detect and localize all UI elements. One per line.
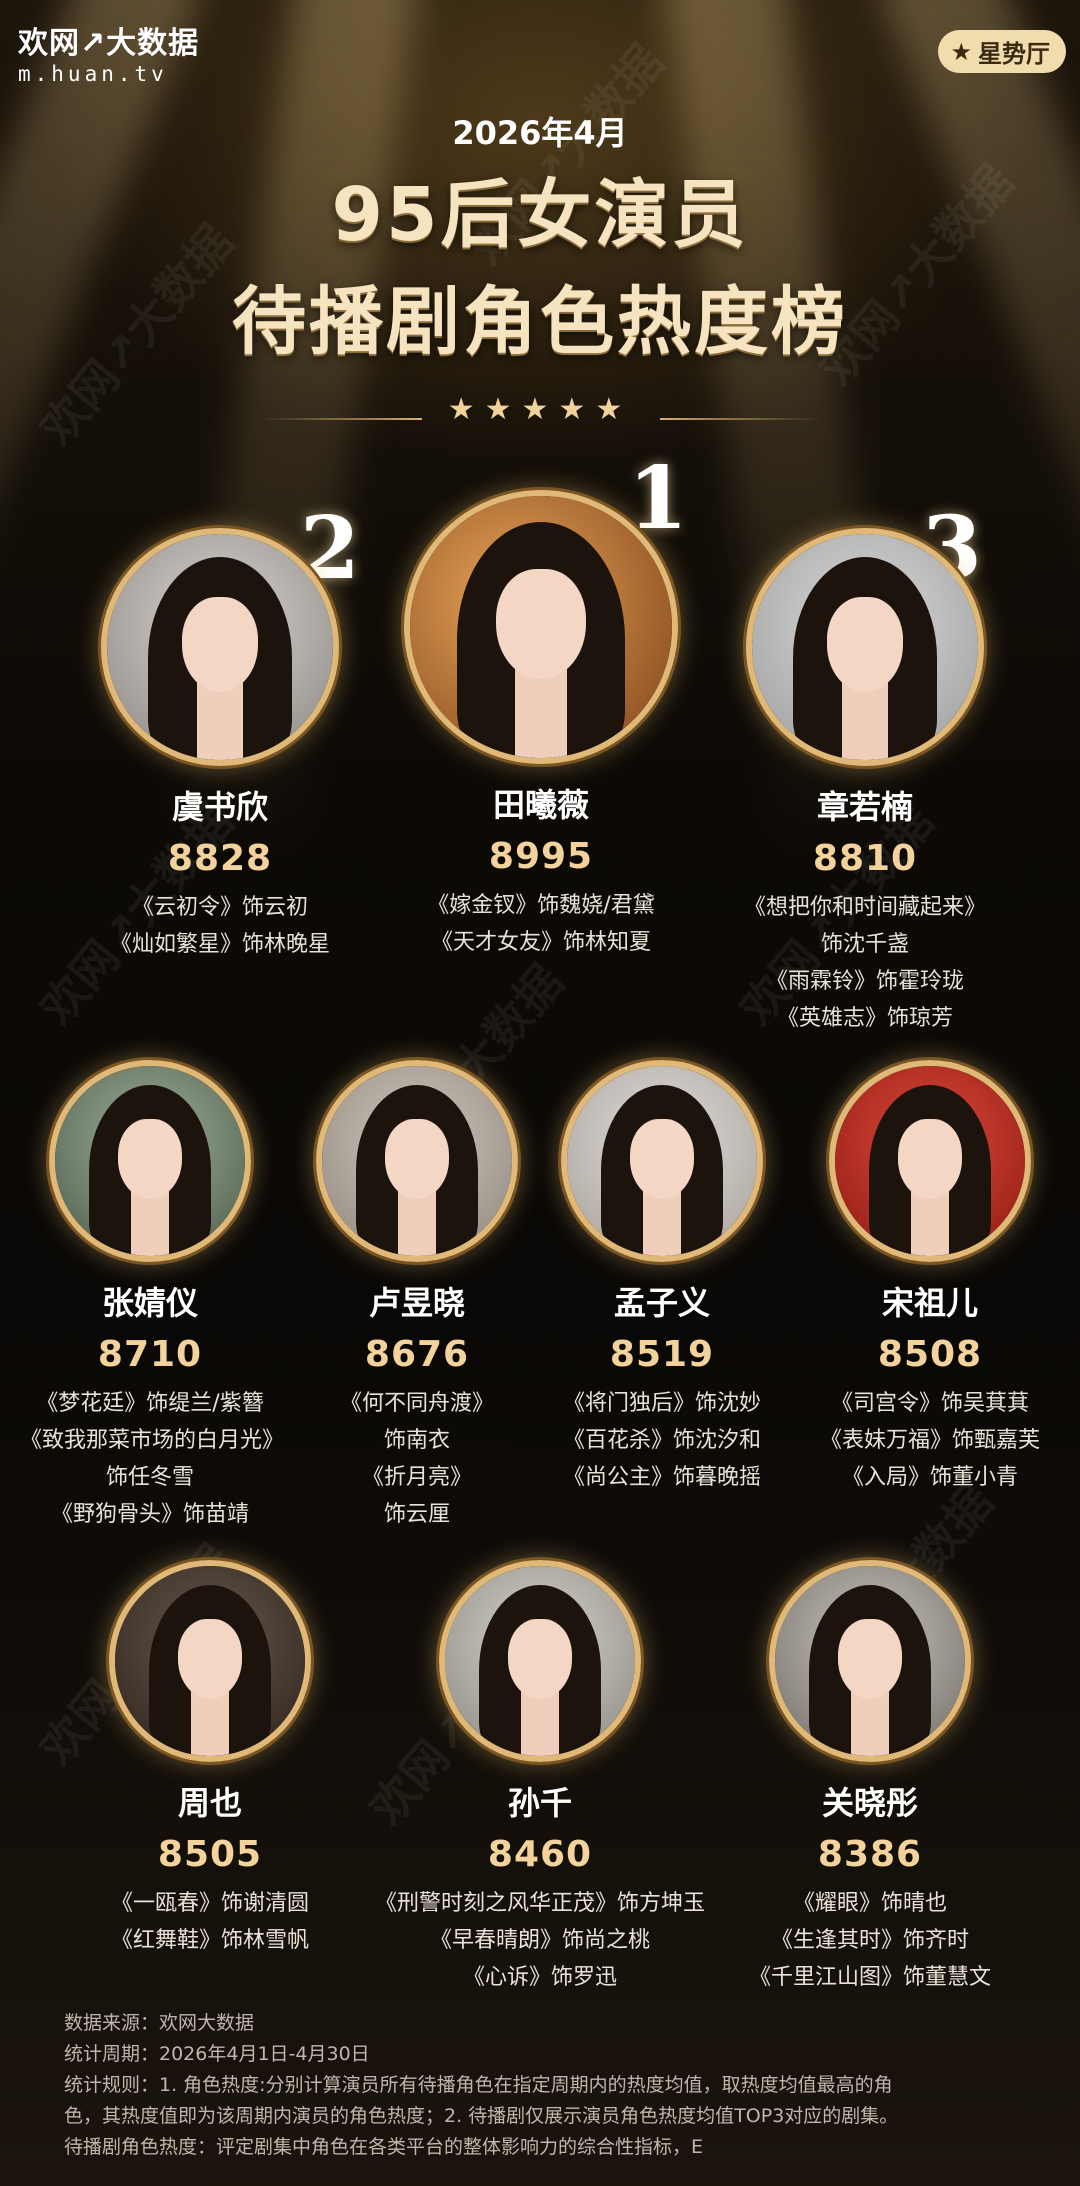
heat-score: 8519 xyxy=(609,1334,715,1375)
heat-score: 8810 xyxy=(812,838,918,879)
title-divider: ★★★★★ xyxy=(0,392,1080,432)
actress-name: 孟子义 xyxy=(613,1284,710,1322)
role-line: 《雨霖铃》饰霍玲珑 xyxy=(765,969,964,994)
role-line: 《尚公主》饰暮晚摇 xyxy=(562,1465,761,1490)
role-line: 《早春晴朗》饰尚之桃 xyxy=(429,1928,650,1953)
badge-label: 星势厅 xyxy=(978,40,1050,68)
role-line: 饰任冬雪 xyxy=(105,1465,194,1490)
actress-name: 虞书欣 xyxy=(171,788,268,826)
role-line: 《折月亮》 xyxy=(361,1465,472,1490)
actress-name: 章若楠 xyxy=(816,788,913,826)
role-line: 《天才女友》饰林知夏 xyxy=(430,930,651,955)
actress-name: 宋祖儿 xyxy=(881,1284,978,1322)
actress-card[interactable]: 孙千 8460 《刑警时刻之风华正茂》饰方坤玉 《早春晴朗》饰尚之桃 《心诉》饰… xyxy=(370,1560,710,1996)
actress-name: 孙千 xyxy=(507,1784,572,1822)
page-title-line1: 95后女演员 xyxy=(331,172,749,258)
role-line: 饰云厘 xyxy=(383,1502,450,1527)
avatar xyxy=(561,1060,763,1262)
actress-name: 周也 xyxy=(177,1784,242,1822)
actress-card[interactable]: 张婧仪 8710 《梦花廷》饰缇兰/紫簪 《致我那菜市场的白月光》 饰任冬雪 《… xyxy=(20,1060,285,1533)
role-line: 《何不同舟渡》 xyxy=(339,1391,494,1416)
role-line: 《千里江山图》饰董慧文 xyxy=(748,1965,991,1990)
actress-name: 关晓彤 xyxy=(821,1784,918,1822)
actress-card[interactable]: 章若楠 8810 《想把你和时间藏起来》 饰沈千盏 《雨霖铃》饰霍玲珑 《英雄志… xyxy=(710,528,1020,1037)
heat-score: 8995 xyxy=(488,836,594,877)
role-line: 《梦花廷》饰缇兰/紫簪 xyxy=(36,1391,264,1416)
avatar xyxy=(109,1560,311,1762)
heat-score: 8710 xyxy=(97,1334,203,1375)
heat-score: 8828 xyxy=(167,838,273,879)
role-line: 《一瓯春》饰谢清圆 xyxy=(110,1891,309,1916)
role-line: 《红舞鞋》饰林雪帆 xyxy=(110,1928,309,1953)
stat-period: 统计周期：2026年4月1日-4月30日 xyxy=(64,2043,370,2065)
star-icon: ★ xyxy=(950,37,972,66)
actress-card[interactable]: 孟子义 8519 《将门独后》饰沈妙 《百花杀》饰沈汐和 《尚公主》饰暮晚摇 xyxy=(547,1060,777,1496)
actress-card[interactable]: 田曦薇 8995 《嫁金钗》饰魏娆/君黛 《天才女友》饰林知夏 xyxy=(386,490,696,961)
heat-score: 8386 xyxy=(817,1834,923,1875)
actress-card[interactable]: 关晓彤 8386 《耀眼》饰晴也 《生逢其时》饰齐时 《千里江山图》饰董慧文 xyxy=(740,1560,1000,1996)
role-line: 《致我那菜市场的白月光》 xyxy=(20,1428,285,1453)
role-line: 《耀眼》饰晴也 xyxy=(792,1891,947,1916)
avatar xyxy=(316,1060,518,1262)
role-line: 《刑警时刻之风华正茂》饰方坤玉 xyxy=(374,1891,705,1916)
actress-name: 田曦薇 xyxy=(492,786,589,824)
star-hall-badge[interactable]: ★ 星势厅 xyxy=(938,30,1066,73)
role-line: 《司宫令》饰吴萁萁 xyxy=(830,1391,1029,1416)
role-line: 《野狗骨头》饰苗靖 xyxy=(50,1502,249,1527)
role-line: 《生逢其时》饰齐时 xyxy=(770,1928,969,1953)
role-line: 《英雄志》饰琼芳 xyxy=(776,1006,953,1031)
avatar xyxy=(404,490,678,764)
role-line: 《心诉》饰罗迅 xyxy=(462,1965,617,1990)
actress-name: 张婧仪 xyxy=(101,1284,198,1322)
avatar xyxy=(439,1560,641,1762)
data-source: 数据来源：欢网大数据 xyxy=(64,2012,255,2034)
logo-text: 欢网↗大数据 xyxy=(18,26,200,61)
logo-url: m.huan.tv xyxy=(18,62,168,86)
role-line: 饰沈千盏 xyxy=(820,932,909,957)
role-line: 《嫁金钗》饰魏娆/君黛 xyxy=(427,893,655,918)
five-stars-icon: ★★★★★ xyxy=(447,392,633,427)
avatar xyxy=(101,528,339,766)
role-line: 《入局》饰董小青 xyxy=(841,1465,1018,1490)
role-line: 《表妹万福》饰甄嘉芙 xyxy=(819,1428,1040,1453)
footer-notes: 数据来源：欢网大数据 统计周期：2026年4月1日-4月30日 统计规则：1. … xyxy=(64,2008,1024,2163)
stat-rule: 统计规则：1. 角色热度:分别计算演员所有待播角色在指定周期内的热度均值，取热度… xyxy=(64,2074,893,2096)
heat-score: 8676 xyxy=(364,1334,470,1375)
role-line: 《想把你和时间藏起来》 xyxy=(743,895,986,920)
avatar xyxy=(829,1060,1031,1262)
stat-rule: 待播剧角色热度：评定剧集中角色在各类平台的整体影响力的综合性指标，E xyxy=(64,2136,704,2158)
actress-card[interactable]: 虞书欣 8828 《云初令》饰云初 《灿如繁星》饰林晚星 xyxy=(80,528,360,963)
role-line: 《云初令》饰云初 xyxy=(131,895,308,920)
role-line: 《灿如繁星》饰林晚星 xyxy=(109,932,330,957)
heat-score: 8460 xyxy=(487,1834,593,1875)
avatar xyxy=(769,1560,971,1762)
report-date: 2026年4月 xyxy=(452,114,628,152)
actress-name: 卢昱晓 xyxy=(368,1284,465,1322)
role-line: 饰南衣 xyxy=(383,1428,450,1453)
role-line: 《百花杀》饰沈汐和 xyxy=(562,1428,761,1453)
actress-card[interactable]: 宋祖儿 8508 《司宫令》饰吴萁萁 《表妹万福》饰甄嘉芙 《入局》饰董小青 xyxy=(810,1060,1050,1496)
stat-rule: 色，其热度值即为该周期内演员的角色热度；2. 待播剧仅展示演员角色热度均值TOP… xyxy=(64,2105,899,2127)
heat-score: 8505 xyxy=(157,1834,263,1875)
actress-card[interactable]: 卢昱晓 8676 《何不同舟渡》 饰南衣 《折月亮》 饰云厘 xyxy=(297,1060,537,1533)
actress-card[interactable]: 周也 8505 《一瓯春》饰谢清圆 《红舞鞋》饰林雪帆 xyxy=(80,1560,340,1959)
huan-logo: 欢网↗大数据 m.huan.tv xyxy=(18,18,199,86)
role-line: 《将门独后》饰沈妙 xyxy=(562,1391,761,1416)
avatar xyxy=(746,528,984,766)
avatar xyxy=(49,1060,251,1262)
page-title-line2: 待播剧角色热度榜 xyxy=(232,279,848,365)
heat-score: 8508 xyxy=(877,1334,983,1375)
